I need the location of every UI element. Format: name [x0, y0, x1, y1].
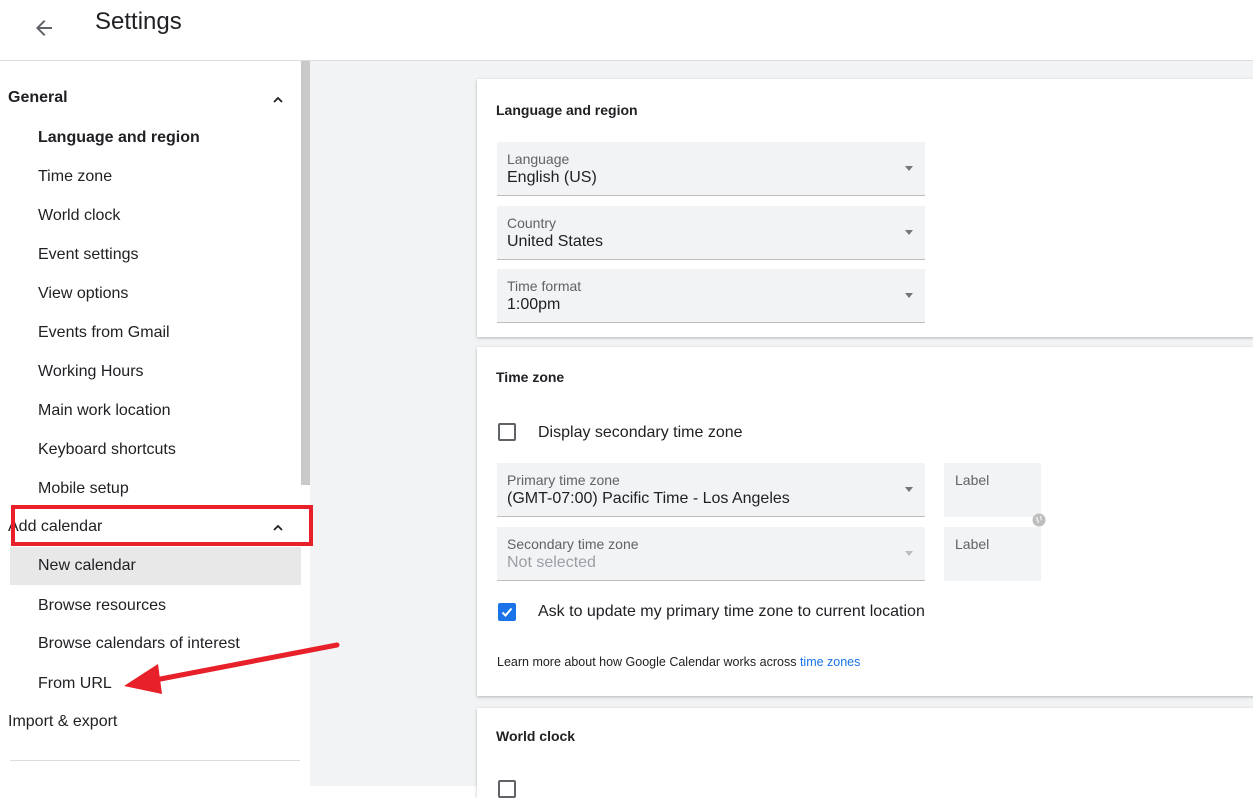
- dropdown-caret-icon: [905, 166, 913, 171]
- sidebar-item-keyboard-shortcuts[interactable]: Keyboard shortcuts: [38, 441, 176, 459]
- globe-icon[interactable]: [1032, 513, 1046, 527]
- primary-time-zone-label-field[interactable]: Label: [944, 463, 1041, 517]
- sidebar-item-browse-resources[interactable]: Browse resources: [38, 597, 166, 615]
- sidebar-item-view-options[interactable]: View options: [38, 285, 128, 303]
- world-clock-checkbox[interactable]: [498, 780, 516, 798]
- annotation-highlight-box: [11, 505, 313, 546]
- country-select[interactable]: Country United States: [497, 206, 925, 260]
- header: Settings: [0, 0, 1253, 60]
- sidebar-item-mobile-setup[interactable]: Mobile setup: [38, 480, 129, 498]
- language-select-label: Language: [507, 151, 570, 167]
- time-zone-help-prefix: Learn more about how Google Calendar wor…: [497, 655, 800, 669]
- sidebar-section-general[interactable]: General: [8, 89, 68, 107]
- sidebar-item-working-hours[interactable]: Working Hours: [38, 363, 144, 381]
- country-select-label: Country: [507, 215, 557, 231]
- sidebar-item-new-calendar[interactable]: New calendar: [38, 557, 136, 575]
- time-zone-help-text: Learn more about how Google Calendar wor…: [497, 655, 860, 669]
- secondary-time-zone-label: Secondary time zone: [507, 536, 639, 552]
- sidebar-item-main-work-location[interactable]: Main work location: [38, 402, 171, 420]
- sidebar-item-from-url[interactable]: From URL: [38, 675, 112, 693]
- card-title-world-clock: World clock: [496, 728, 576, 744]
- sidebar-section-import-export[interactable]: Import & export: [8, 713, 117, 731]
- update-time-zone-checkbox[interactable]: [498, 603, 516, 621]
- page-title: Settings: [95, 8, 182, 35]
- world-clock-card: World clock: [477, 708, 1253, 798]
- primary-time-zone-value: (GMT-07:00) Pacific Time - Los Angeles: [507, 490, 790, 507]
- chevron-up-icon[interactable]: [271, 93, 285, 107]
- secondary-time-zone-value: Not selected: [507, 554, 596, 571]
- card-title-language-region: Language and region: [496, 102, 638, 118]
- sidebar-scrollbar[interactable]: [301, 61, 310, 485]
- sidebar-item-browse-calendars-of-interest[interactable]: Browse calendars of interest: [38, 635, 240, 653]
- time-format-select-value: 1:00pm: [507, 296, 561, 313]
- update-time-zone-label[interactable]: Ask to update my primary time zone to cu…: [538, 603, 925, 621]
- dropdown-caret-icon: [905, 551, 913, 556]
- language-select[interactable]: Language English (US): [497, 142, 925, 196]
- back-arrow-icon[interactable]: [32, 16, 56, 40]
- sidebar-item-time-zone[interactable]: Time zone: [38, 168, 112, 186]
- label-field-placeholder: Label: [955, 536, 990, 552]
- display-secondary-time-zone-checkbox[interactable]: [498, 423, 516, 441]
- dropdown-caret-icon: [905, 487, 913, 492]
- dropdown-caret-icon: [905, 230, 913, 235]
- sidebar-item-events-from-gmail[interactable]: Events from Gmail: [38, 324, 170, 342]
- language-select-value: English (US): [507, 169, 597, 186]
- card-title-time-zone: Time zone: [496, 369, 565, 385]
- sidebar-item-world-clock[interactable]: World clock: [38, 207, 120, 225]
- sidebar-item-language-and-region[interactable]: Language and region: [38, 129, 200, 147]
- checkmark-icon: [501, 607, 513, 617]
- time-format-select-label: Time format: [507, 278, 582, 294]
- secondary-time-zone-label-field[interactable]: Label: [944, 527, 1041, 581]
- label-field-placeholder: Label: [955, 472, 990, 488]
- country-select-value: United States: [507, 233, 604, 250]
- dropdown-caret-icon: [905, 293, 913, 298]
- primary-time-zone-label: Primary time zone: [507, 472, 620, 488]
- time-zones-link[interactable]: time zones: [800, 655, 860, 669]
- sidebar-divider: [10, 760, 300, 761]
- sidebar-item-event-settings[interactable]: Event settings: [38, 246, 139, 264]
- time-format-select[interactable]: Time format 1:00pm: [497, 269, 925, 323]
- display-secondary-time-zone-label[interactable]: Display secondary time zone: [538, 424, 743, 442]
- primary-time-zone-select[interactable]: Primary time zone (GMT-07:00) Pacific Ti…: [497, 463, 925, 517]
- secondary-time-zone-select[interactable]: Secondary time zone Not selected: [497, 527, 925, 581]
- time-zone-card: Time zone: [477, 347, 1253, 696]
